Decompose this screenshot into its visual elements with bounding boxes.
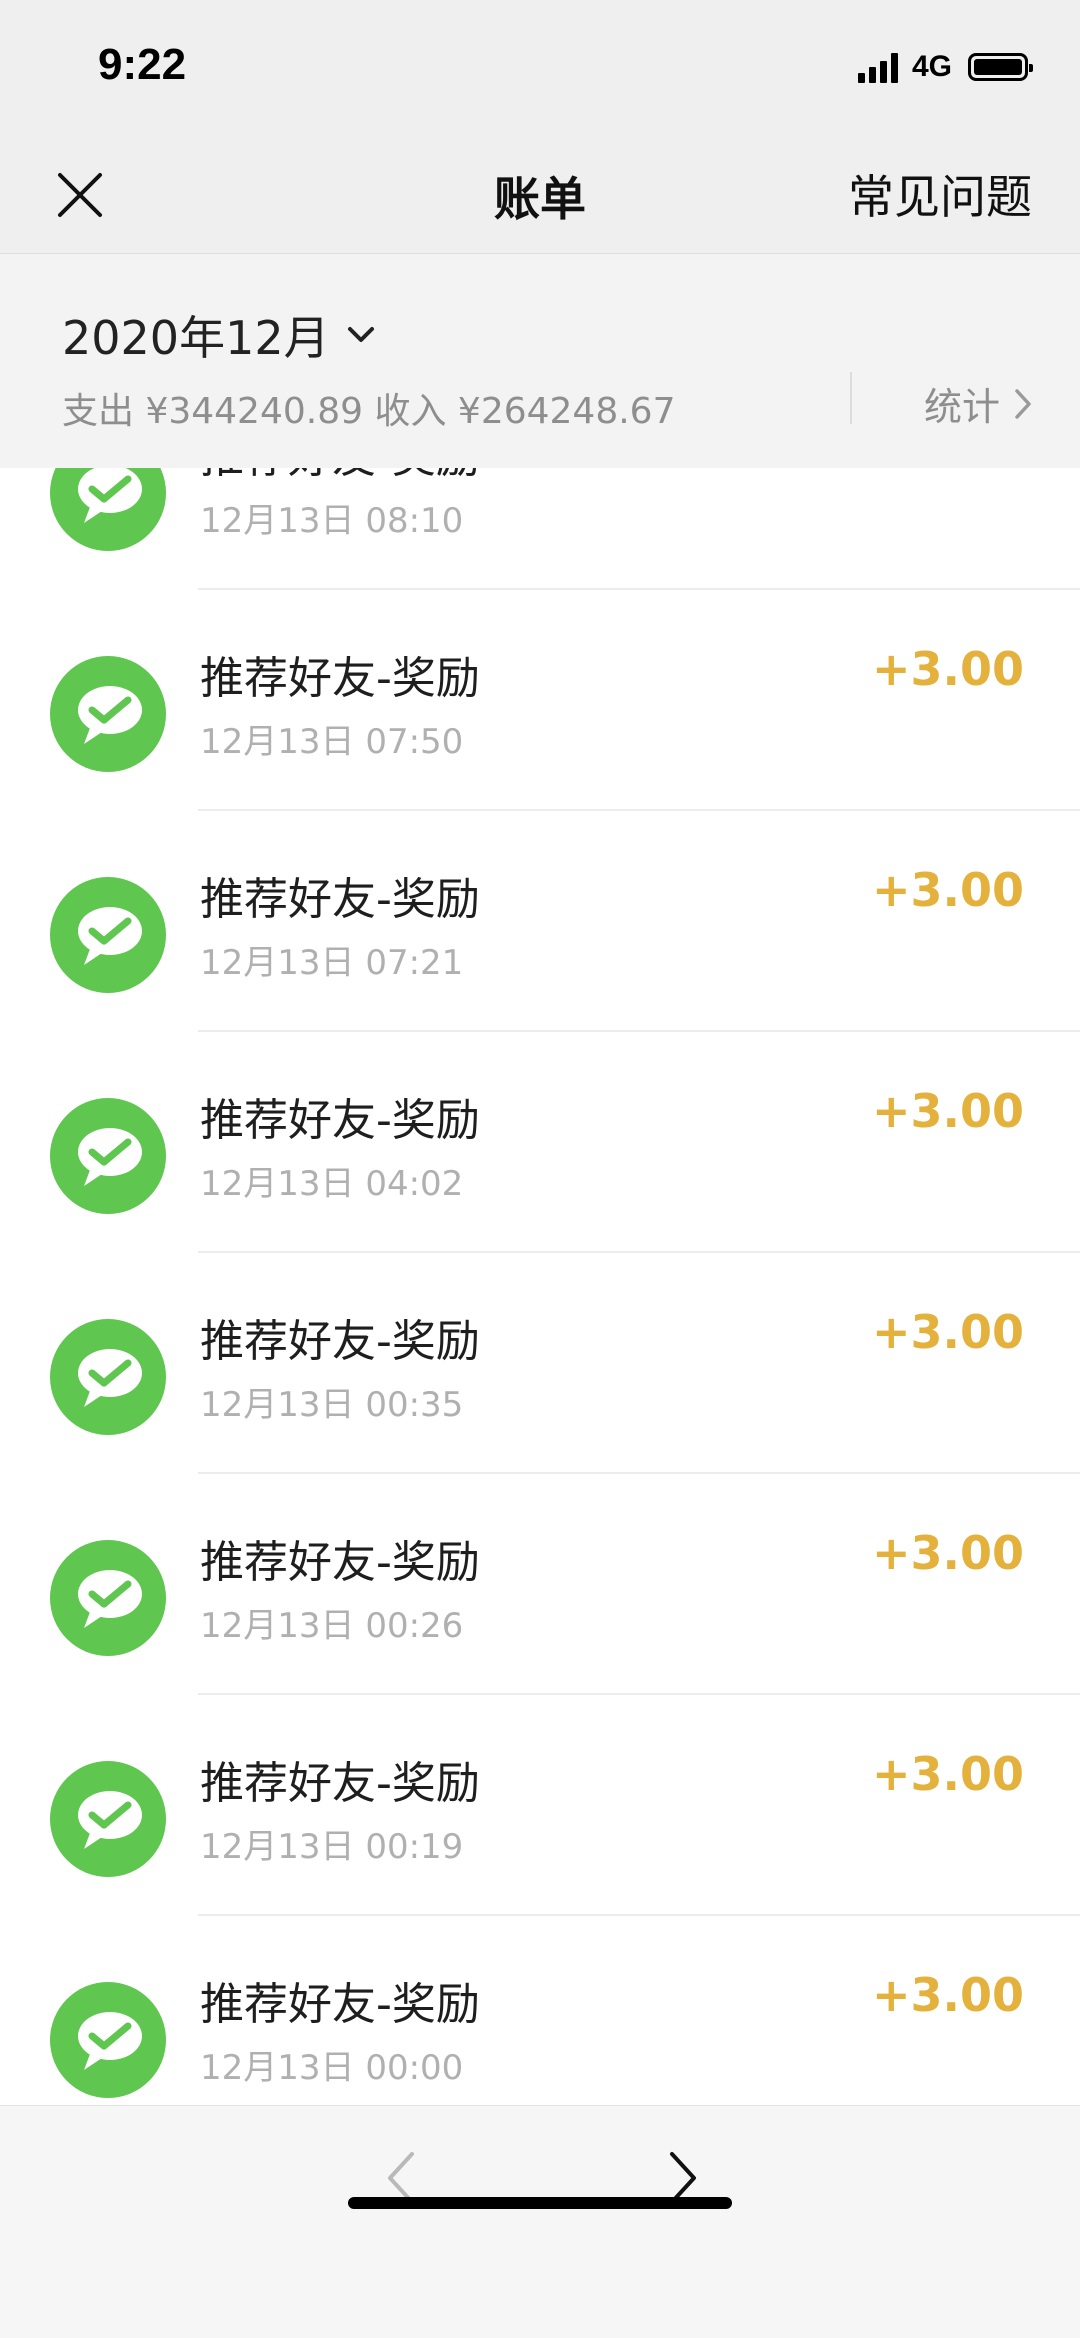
transaction-amount: +3.00 bbox=[871, 1526, 1024, 1580]
transaction-title: 推荐好友-奖励 bbox=[200, 1316, 480, 1367]
transaction-row[interactable]: 推荐好友-奖励 12月13日 00:00 +3.00 bbox=[0, 1916, 1080, 2105]
transaction-time: 12月13日 07:21 bbox=[200, 943, 464, 983]
wechat-icon bbox=[50, 656, 166, 772]
transaction-title: 推荐好友-奖励 bbox=[200, 1758, 480, 1809]
home-indicator bbox=[348, 2197, 732, 2209]
transaction-time: 12月13日 04:02 bbox=[200, 1164, 464, 1204]
faq-link[interactable]: 常见问题 bbox=[848, 161, 1032, 227]
transaction-row[interactable]: 推荐好友-奖励 12月13日 00:26 +3.00 bbox=[0, 1474, 1080, 1695]
transaction-title: 推荐好友-奖励 bbox=[200, 874, 480, 925]
wechat-icon bbox=[50, 1319, 166, 1435]
transaction-amount: +3.00 bbox=[871, 863, 1024, 917]
transaction-time: 12月13日 00:35 bbox=[200, 1385, 464, 1425]
transaction-row[interactable]: 推荐好友-奖励 12月13日 00:19 +3.00 bbox=[0, 1695, 1080, 1916]
status-bar: 9:22 4G bbox=[0, 0, 1080, 135]
transaction-title: 推荐好友-奖励 bbox=[200, 1979, 480, 2030]
battery-icon bbox=[968, 53, 1033, 81]
wechat-icon bbox=[50, 877, 166, 993]
wechat-icon bbox=[50, 1761, 166, 1877]
transaction-time: 12月13日 07:50 bbox=[200, 722, 464, 762]
chevron-right-icon bbox=[1015, 388, 1031, 419]
transaction-list[interactable]: 推荐好友-奖励 12月13日 08:10 +3.00 推荐好友-奖励 12月13… bbox=[0, 468, 1080, 2105]
transaction-amount: +3.00 bbox=[871, 1305, 1024, 1359]
nav-bar: 账单 常见问题 bbox=[0, 135, 1080, 254]
transaction-amount: +3.00 bbox=[871, 1084, 1024, 1138]
transaction-title: 推荐好友-奖励 bbox=[200, 1095, 480, 1146]
transaction-title: 推荐好友-奖励 bbox=[200, 1537, 480, 1588]
bottom-toolbar bbox=[0, 2105, 1080, 2338]
transaction-row[interactable]: 推荐好友-奖励 12月13日 07:21 +3.00 bbox=[0, 811, 1080, 1032]
transaction-row[interactable]: 推荐好友-奖励 12月13日 08:10 +3.00 bbox=[0, 468, 1080, 590]
month-label: 2020年12月 bbox=[62, 311, 330, 365]
month-selector[interactable]: 2020年12月 bbox=[62, 302, 376, 368]
transaction-list-content: 推荐好友-奖励 12月13日 08:10 +3.00 推荐好友-奖励 12月13… bbox=[0, 468, 1080, 2105]
transaction-time: 12月13日 08:10 bbox=[200, 501, 464, 541]
transaction-amount: +3.00 bbox=[871, 1968, 1024, 2022]
transaction-time: 12月13日 00:19 bbox=[200, 1827, 464, 1867]
transaction-time: 12月13日 00:00 bbox=[200, 2048, 464, 2088]
totals-text: 支出 ¥344240.89 收入 ¥264248.67 bbox=[62, 391, 676, 432]
transaction-row[interactable]: 推荐好友-奖励 12月13日 04:02 +3.00 bbox=[0, 1032, 1080, 1253]
status-indicators: 4G bbox=[857, 50, 1033, 84]
status-time: 9:22 bbox=[98, 40, 187, 89]
transaction-row[interactable]: 推荐好友-奖励 12月13日 07:50 +3.00 bbox=[0, 590, 1080, 811]
transaction-amount: +3.00 bbox=[871, 642, 1024, 696]
transaction-title: 推荐好友-奖励 bbox=[200, 653, 480, 704]
divider bbox=[850, 372, 852, 424]
chevron-down-icon bbox=[347, 327, 374, 342]
transaction-title: 推荐好友-奖励 bbox=[200, 468, 480, 485]
transaction-amount: +3.00 bbox=[871, 1747, 1024, 1801]
transaction-row[interactable]: 推荐好友-奖励 12月13日 00:35 +3.00 bbox=[0, 1253, 1080, 1474]
wechat-icon bbox=[50, 1098, 166, 1214]
bill-summary: 2020年12月 支出 ¥344240.89 收入 ¥264248.67 统计 bbox=[0, 254, 1080, 468]
network-type: 4G bbox=[911, 50, 952, 83]
transaction-time: 12月13日 00:26 bbox=[200, 1606, 464, 1646]
wechat-icon bbox=[50, 1540, 166, 1656]
wechat-icon bbox=[50, 1982, 166, 2098]
stats-label: 统计 bbox=[923, 385, 1000, 429]
stats-button[interactable]: 统计 bbox=[924, 376, 1032, 431]
wechat-icon bbox=[50, 468, 166, 551]
signal-icon bbox=[857, 51, 898, 83]
transaction-amount: +3.00 bbox=[872, 468, 1024, 475]
